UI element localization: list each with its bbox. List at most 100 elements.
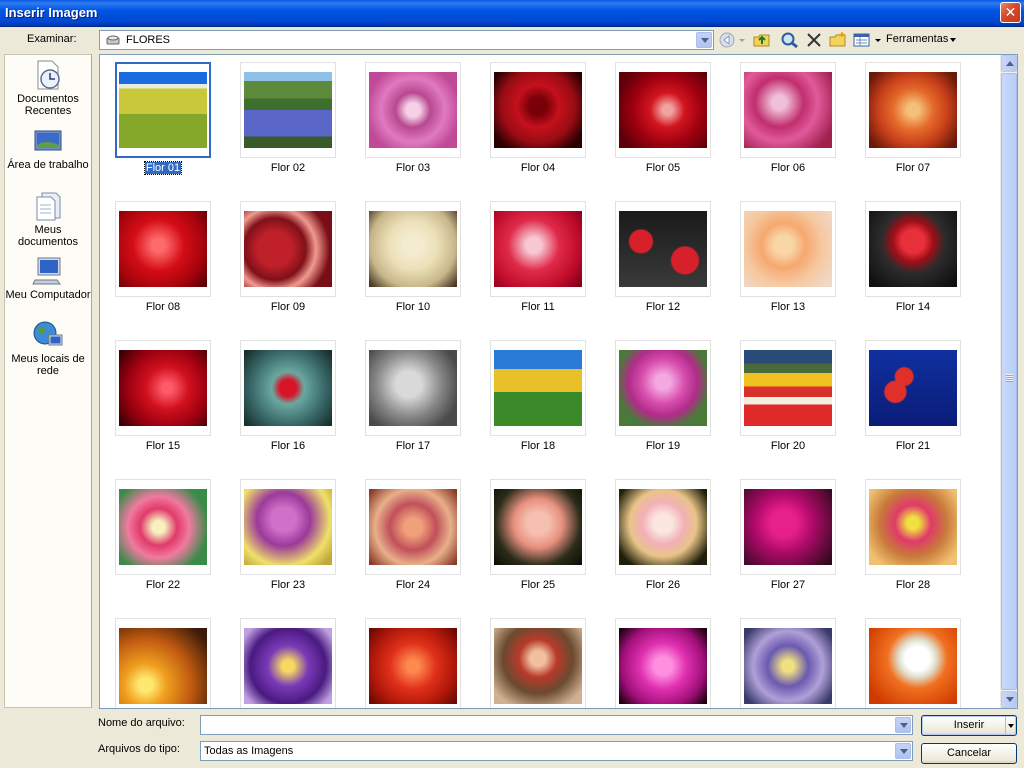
thumbnail-item[interactable]: [740, 618, 836, 708]
look-in-combo[interactable]: FLORES: [99, 30, 714, 50]
thumbnail-label[interactable]: Flor 08: [115, 301, 211, 313]
new-folder-icon[interactable]: [828, 31, 848, 49]
place-my-computer[interactable]: Meu Computador: [5, 255, 91, 301]
thumbnail-item[interactable]: [115, 201, 211, 297]
thumbnail-image: [494, 72, 582, 148]
thumbnail-item[interactable]: [490, 340, 586, 436]
thumbnail-item[interactable]: [615, 340, 711, 436]
cancel-button[interactable]: Cancelar: [921, 743, 1017, 764]
thumbnail-label[interactable]: Flor 21: [865, 440, 961, 452]
thumbnail-label[interactable]: Flor 05: [615, 162, 711, 174]
thumbnail-label[interactable]: Flor 01: [115, 161, 211, 175]
thumbnail-label[interactable]: Flor 16: [240, 440, 336, 452]
insert-button[interactable]: Inserir: [921, 715, 1017, 736]
thumbnail-item[interactable]: [115, 340, 211, 436]
thumbnail-item[interactable]: [365, 62, 461, 158]
thumbnail-item[interactable]: [490, 618, 586, 708]
up-folder-icon[interactable]: [752, 31, 772, 49]
close-button[interactable]: ✕: [1000, 2, 1021, 23]
thumbnail-item[interactable]: [865, 201, 961, 297]
thumbnail-item[interactable]: [115, 62, 211, 158]
thumbnail-item[interactable]: [865, 62, 961, 158]
thumbnail-label[interactable]: Flor 06: [740, 162, 836, 174]
thumbnail-image: [744, 628, 832, 704]
thumbnail-item[interactable]: [865, 618, 961, 708]
thumbnail-label[interactable]: Flor 02: [240, 162, 336, 174]
thumbnail-label[interactable]: Flor 03: [365, 162, 461, 174]
back-icon[interactable]: [718, 31, 738, 49]
insert-options-dropdown[interactable]: [1005, 716, 1016, 735]
place-desktop[interactable]: Área de trabalho: [5, 125, 91, 171]
thumbnail-item[interactable]: [115, 618, 211, 708]
file-type-dropdown-button[interactable]: [895, 743, 911, 759]
thumbnail-item[interactable]: [740, 201, 836, 297]
thumbnail-item[interactable]: [115, 479, 211, 575]
thumbnail-item[interactable]: [240, 618, 336, 708]
thumbnail-label[interactable]: Flor 22: [115, 579, 211, 591]
vertical-scrollbar[interactable]: [1000, 55, 1017, 708]
thumbnail-item[interactable]: [490, 62, 586, 158]
back-dropdown-icon[interactable]: [738, 31, 746, 49]
thumbnail-label[interactable]: Flor 26: [615, 579, 711, 591]
place-recent-documents[interactable]: Documentos Recentes: [5, 59, 91, 117]
place-my-documents[interactable]: Meus documentos: [5, 190, 91, 248]
thumbnail-label[interactable]: Flor 20: [740, 440, 836, 452]
thumbnail-label[interactable]: Flor 19: [615, 440, 711, 452]
thumbnail-item[interactable]: [240, 340, 336, 436]
file-type-select[interactable]: Todas as Imagens: [200, 741, 913, 761]
thumbnail-label[interactable]: Flor 18: [490, 440, 586, 452]
thumbnail-label[interactable]: Flor 24: [365, 579, 461, 591]
scrollbar-thumb[interactable]: [1001, 73, 1017, 690]
delete-icon[interactable]: [804, 31, 824, 49]
tools-dropdown-icon[interactable]: [950, 38, 956, 42]
thumbnail-image: [619, 211, 707, 287]
thumbnail-label[interactable]: Flor 09: [240, 301, 336, 313]
thumbnail-item[interactable]: [615, 62, 711, 158]
thumbnail-label[interactable]: Flor 28: [865, 579, 961, 591]
thumbnail-label[interactable]: Flor 12: [615, 301, 711, 313]
views-icon[interactable]: [852, 31, 872, 49]
thumbnail-label[interactable]: Flor 14: [865, 301, 961, 313]
thumbnail-item[interactable]: [490, 479, 586, 575]
thumbnail-item[interactable]: [615, 479, 711, 575]
thumbnail-item[interactable]: [615, 618, 711, 708]
thumbnail-image: [744, 211, 832, 287]
thumbnail-item[interactable]: [365, 201, 461, 297]
place-network[interactable]: Meus locais de rede: [5, 319, 91, 377]
thumbnail-label[interactable]: Flor 27: [740, 579, 836, 591]
tools-menu[interactable]: Ferramentas: [886, 33, 948, 45]
thumbnail-label[interactable]: Flor 07: [865, 162, 961, 174]
file-name-input[interactable]: [200, 715, 913, 735]
thumbnail-item[interactable]: [865, 340, 961, 436]
thumbnail-item[interactable]: [365, 340, 461, 436]
thumbnail-label[interactable]: Flor 11: [490, 301, 586, 313]
search-web-icon[interactable]: [780, 31, 800, 49]
thumbnail-item[interactable]: [740, 62, 836, 158]
thumbnail-label[interactable]: Flor 04: [490, 162, 586, 174]
thumbnail-label[interactable]: Flor 23: [240, 579, 336, 591]
look-in-dropdown-button[interactable]: [696, 32, 712, 48]
thumbnail-view[interactable]: Flor 01 Flor 02 Flor 03 Flor 04 Flor 05 Flor …: [99, 54, 1018, 709]
title-bar: Inserir Imagem ✕: [0, 0, 1024, 27]
thumbnail-item[interactable]: [740, 479, 836, 575]
thumbnail-label[interactable]: Flor 10: [365, 301, 461, 313]
thumbnail-label[interactable]: Flor 15: [115, 440, 211, 452]
views-dropdown-icon[interactable]: [874, 31, 882, 49]
thumbnail-item[interactable]: [865, 479, 961, 575]
thumbnail-item[interactable]: [240, 62, 336, 158]
file-name-dropdown-button[interactable]: [895, 717, 911, 733]
thumbnail-label[interactable]: Flor 25: [490, 579, 586, 591]
thumbnail-label[interactable]: Flor 17: [365, 440, 461, 452]
thumbnail-image: [619, 628, 707, 704]
thumbnail-item[interactable]: [615, 201, 711, 297]
thumbnail-item[interactable]: [240, 479, 336, 575]
thumbnail-item[interactable]: [490, 201, 586, 297]
thumbnail-image: [869, 72, 957, 148]
thumbnail-item[interactable]: [740, 340, 836, 436]
thumbnail-item[interactable]: [365, 479, 461, 575]
scroll-up-button[interactable]: [1001, 55, 1017, 72]
scroll-down-button[interactable]: [1001, 691, 1017, 708]
thumbnail-item[interactable]: [365, 618, 461, 708]
thumbnail-item[interactable]: [240, 201, 336, 297]
thumbnail-label[interactable]: Flor 13: [740, 301, 836, 313]
